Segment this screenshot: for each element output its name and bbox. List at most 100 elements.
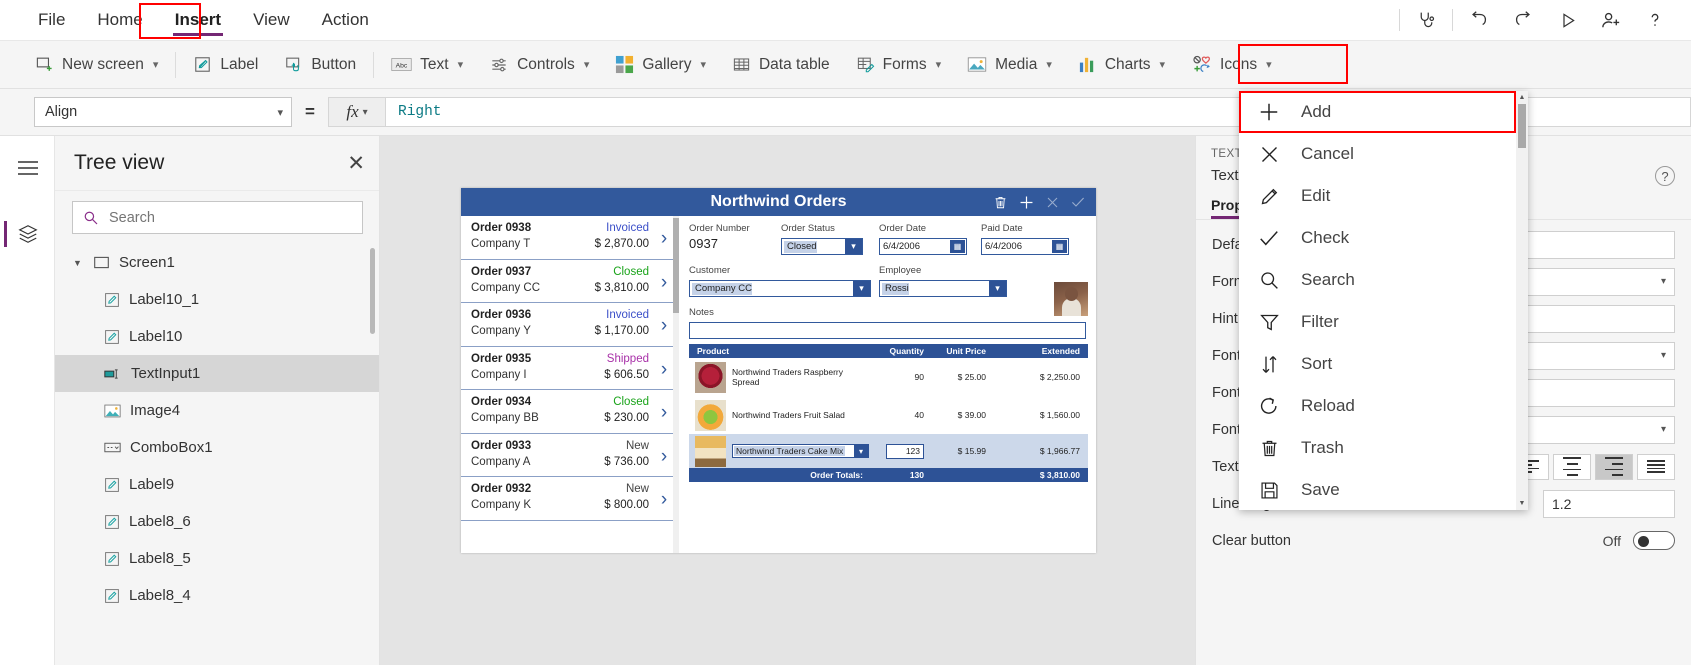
ribbon-forms[interactable]: Forms ▾ (843, 45, 954, 85)
tree-item-textinput1[interactable]: TextInput1 (55, 355, 379, 392)
paid-date-input[interactable]: 6/4/2006 ▦ (981, 238, 1069, 255)
cancel-icon[interactable] (1045, 195, 1060, 210)
table-row[interactable]: Northwind Traders Raspberry Spread 90 $ … (689, 358, 1088, 396)
line-height-input[interactable]: 1.2 (1543, 489, 1675, 518)
gallery-row[interactable]: Order 0933 Company A New $ 736.00 › (461, 434, 679, 477)
chevron-right-icon[interactable]: › (653, 438, 675, 477)
rail-item-tree-view[interactable] (0, 208, 55, 260)
help-icon[interactable] (1633, 0, 1677, 41)
column-header-quantity: Quantity (889, 346, 924, 356)
ribbon-text[interactable]: Abc Text ▾ (378, 45, 476, 85)
ribbon-charts[interactable]: Charts ▾ (1065, 45, 1178, 85)
tree-item-label10[interactable]: Label10 (55, 318, 379, 355)
notes-input[interactable] (689, 322, 1086, 339)
gallery-row[interactable]: Order 0936 Company Y Invoiced $ 1,170.00… (461, 303, 679, 347)
menu-item-insert[interactable]: Insert (159, 0, 237, 41)
order-amount: $ 1,170.00 (594, 325, 649, 337)
icon-menu-item-cancel[interactable]: Cancel (1239, 133, 1516, 175)
icon-menu-item-check[interactable]: Check (1239, 217, 1516, 259)
gallery-row[interactable]: Order 0937 Company CC Closed $ 3,810.00 … (461, 260, 679, 303)
order-number: Order 0937 (471, 265, 532, 278)
icon-menu-item-reload[interactable]: Reload (1239, 385, 1516, 427)
chevron-right-icon[interactable]: › (653, 220, 675, 259)
help-icon[interactable]: ? (1655, 166, 1675, 186)
hamburger-menu-icon[interactable] (0, 148, 55, 188)
employee-dropdown[interactable]: Rossi ▾ (879, 280, 1007, 297)
search-input[interactable] (109, 209, 352, 226)
chevron-right-icon[interactable]: › (653, 307, 675, 346)
tree-item-label8-6[interactable]: Label8_6 (55, 503, 379, 540)
ribbon-label[interactable]: Label (180, 45, 271, 85)
menu-item-file[interactable]: File (22, 0, 81, 41)
gallery-row[interactable]: Order 0938 Company T Invoiced $ 2,870.00… (461, 216, 679, 260)
icon-menu-item-save[interactable]: Save (1239, 469, 1516, 510)
chevron-right-icon[interactable]: › (653, 394, 675, 433)
gallery-row[interactable]: Order 0935 Company I Shipped $ 606.50 › (461, 347, 679, 390)
ribbon-button[interactable]: Button (271, 45, 369, 85)
tree-view-scrollbar[interactable] (370, 248, 375, 334)
check-icon[interactable] (1070, 194, 1086, 210)
property-selector[interactable]: Align ▾ (34, 97, 292, 127)
align-center-button[interactable] (1553, 453, 1591, 480)
tree-item-label9[interactable]: Label9 (55, 466, 379, 503)
calendar-icon[interactable]: ▦ (1052, 240, 1067, 253)
search-box[interactable] (72, 201, 363, 234)
tree-view-search-wrap (55, 191, 379, 244)
trash-icon[interactable] (993, 195, 1008, 210)
add-icon[interactable] (1018, 194, 1035, 211)
undo-icon[interactable] (1457, 0, 1501, 41)
scroll-up-icon[interactable]: ▲ (1516, 91, 1528, 104)
gallery-row[interactable]: Order 0932 Company K New $ 800.00 › (461, 477, 679, 521)
chevron-expanded-icon[interactable]: ▼ (73, 258, 84, 268)
close-icon[interactable]: ✕ (347, 153, 365, 174)
menu-item-action[interactable]: Action (306, 0, 385, 41)
customer-dropdown[interactable]: Company CC ▾ (689, 280, 871, 297)
fx-button[interactable]: fx ▾ (328, 97, 386, 127)
order-status-dropdown[interactable]: Closed ▾ (781, 238, 863, 255)
tree-item-label10-1[interactable]: Label10_1 (55, 281, 379, 318)
scroll-down-icon[interactable]: ▼ (1516, 497, 1528, 510)
chevron-right-icon[interactable]: › (653, 264, 675, 303)
clear-button-toggle[interactable] (1633, 531, 1675, 550)
tree-item-screen1[interactable]: ▼ Screen1 (55, 244, 379, 281)
scrollbar-thumb[interactable] (1518, 104, 1526, 148)
tree-item-combobox1[interactable]: ComboBox1 (55, 429, 379, 466)
tree-item-label: ComboBox1 (130, 439, 213, 456)
ribbon-icons[interactable]: Icons ▾ (1178, 45, 1285, 85)
chevron-right-icon[interactable]: › (653, 351, 675, 390)
table-row[interactable]: Northwind Traders Fruit Salad 40 $ 39.00… (689, 396, 1088, 434)
table-row-selected[interactable]: Northwind Traders Cake Mix ▾ 123 $ 15.99… (689, 434, 1088, 468)
icon-menu-item-search[interactable]: Search (1239, 259, 1516, 301)
ribbon-new-screen[interactable]: New screen ▾ (22, 45, 171, 85)
order-date-input[interactable]: 6/4/2006 ▦ (879, 238, 967, 255)
icons-menu-scrollbar[interactable]: ▲ ▼ (1516, 91, 1528, 510)
icon-menu-item-trash[interactable]: Trash (1239, 427, 1516, 469)
ribbon-data-table[interactable]: Data table (719, 45, 843, 85)
redo-icon[interactable] (1501, 0, 1545, 41)
share-icon[interactable] (1589, 0, 1633, 41)
ribbon-media[interactable]: Media ▾ (954, 45, 1065, 85)
ribbon-controls[interactable]: Controls ▾ (476, 45, 602, 85)
icon-menu-item-add[interactable]: Add (1239, 91, 1516, 133)
preview-icon[interactable] (1545, 0, 1589, 41)
calendar-icon[interactable]: ▦ (950, 240, 965, 253)
align-right-button[interactable] (1595, 453, 1633, 480)
quantity-input[interactable]: 123 (886, 443, 924, 459)
product-name: Northwind Traders Fruit Salad (732, 410, 845, 420)
company-name: Company T (471, 238, 531, 250)
icon-menu-item-sort[interactable]: Sort (1239, 343, 1516, 385)
tree-item-image4[interactable]: Image4 (55, 392, 379, 429)
align-justify-button[interactable] (1637, 453, 1675, 480)
menu-item-home[interactable]: Home (81, 0, 158, 41)
icon-menu-item-edit[interactable]: Edit (1239, 175, 1516, 217)
tree-item-label8-4[interactable]: Label8_4 (55, 577, 379, 614)
icon-menu-item-filter[interactable]: Filter (1239, 301, 1516, 343)
app-checker-icon[interactable] (1404, 0, 1448, 41)
menu-item-view[interactable]: View (237, 0, 306, 41)
product-dropdown[interactable]: Northwind Traders Cake Mix ▾ (732, 444, 869, 458)
chevron-right-icon[interactable]: › (653, 481, 675, 520)
gallery-row[interactable]: Order 0934 Company BB Closed $ 230.00 › (461, 390, 679, 434)
ribbon-gallery[interactable]: Gallery ▾ (602, 45, 719, 85)
orders-gallery[interactable]: Order 0938 Company T Invoiced $ 2,870.00… (461, 216, 679, 553)
tree-item-label8-5[interactable]: Label8_5 (55, 540, 379, 577)
